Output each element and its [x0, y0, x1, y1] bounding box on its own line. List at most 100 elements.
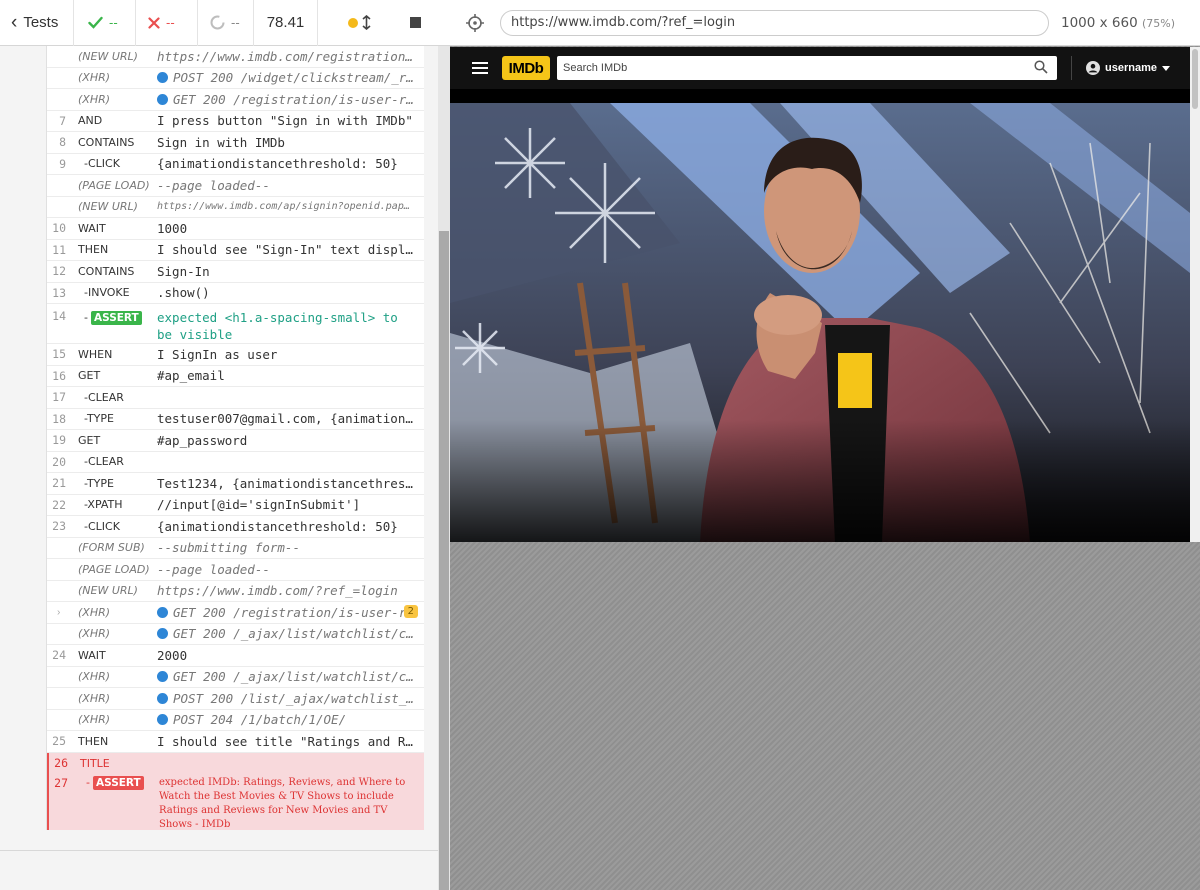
xhr-status-dot-icon: [157, 72, 168, 84]
command-message: --page loaded--: [157, 561, 270, 577]
request-count-badge: 2: [403, 605, 418, 618]
xhr-status-dot-icon: [157, 93, 168, 105]
imdb-logo[interactable]: IMDb: [502, 56, 550, 80]
command-row[interactable]: 26 TITLE: [49, 753, 424, 775]
command-message: I SignIn as user: [157, 346, 278, 362]
menu-icon[interactable]: [472, 62, 488, 74]
command-message-text: POST 200 /list/_ajax/watchlist_has: [173, 690, 424, 706]
command-row[interactable]: 23 -CLICK {animationdistancethreshold: 50}: [47, 516, 424, 538]
selector-playground-button[interactable]: [450, 13, 500, 32]
command-number: 9: [59, 156, 66, 171]
aut-iframe[interactable]: IMDb Search IMDb username: [450, 47, 1200, 542]
xhr-status-dot-icon: [157, 628, 168, 640]
command-row[interactable]: 10 WAIT 1000: [47, 218, 424, 240]
command-row[interactable]: 7 AND I press button "Sign in with IMDb": [47, 111, 424, 132]
command-row[interactable]: 19 GET #ap_password: [47, 430, 424, 452]
command-list: (NEW URL) https://www.imdb.com/registrati…: [46, 46, 424, 830]
command-number: 14: [52, 309, 66, 323]
stop-icon[interactable]: [409, 17, 421, 28]
command-row[interactable]: (XHR) GET 200 /_ajax/list/watchlist/cou…: [47, 667, 424, 688]
command-row[interactable]: 17 -CLEAR: [47, 387, 424, 409]
command-message: POST 200 /widget/clickstream/_rvi: [157, 70, 424, 85]
status-dot-icon: [347, 17, 358, 28]
passed-count: --: [74, 0, 136, 46]
command-message-text: GET 200 /registration/is-user-rec…: [173, 91, 424, 107]
command-message: #ap_password: [157, 432, 248, 448]
command-number: 22: [52, 497, 66, 512]
stats-bar: ‹ Tests -- -- -- 78.41: [0, 0, 450, 46]
command-row[interactable]: 8 CONTAINS Sign in with IMDb: [47, 132, 424, 154]
imdb-search-input[interactable]: Search IMDb: [557, 56, 1057, 80]
scrollbar-thumb[interactable]: [439, 231, 449, 890]
site-scrollbar[interactable]: [1190, 47, 1200, 542]
command-row[interactable]: 25 THEN I should see title "Ratings and Re…: [47, 731, 424, 753]
command-number: 15: [52, 347, 66, 362]
command-log-panel: ‹ Tests -- -- -- 78.41 (NEW URL) https://…: [0, 0, 450, 890]
command-name: (XHR): [78, 92, 111, 106]
expand-arrow-icon[interactable]: ›: [57, 607, 60, 618]
command-row[interactable]: (XHR) GET 200 /_ajax/list/watchlist/cou…: [47, 624, 424, 645]
command-number: 17: [52, 390, 66, 405]
circle-notch-icon: [210, 15, 225, 30]
viewport-size: 1000 x 660: [1061, 14, 1138, 31]
command-row[interactable]: 12 CONTAINS Sign-In: [47, 261, 424, 283]
command-message: GET 200 /_ajax/list/watchlist/cou…: [157, 626, 424, 641]
url-field[interactable]: https://www.imdb.com/?ref_=login: [500, 9, 1049, 36]
scrollbar-thumb[interactable]: [1192, 49, 1198, 109]
command-row[interactable]: (PAGE LOAD) --page loaded--: [47, 175, 424, 197]
run-controls: [318, 0, 450, 46]
command-row[interactable]: (XHR) POST 200 /widget/clickstream/_rvi: [47, 68, 424, 89]
caret-down-icon: [1161, 65, 1170, 71]
search-icon[interactable]: [1034, 60, 1048, 74]
command-row[interactable]: 20 -CLEAR: [47, 452, 424, 473]
command-row[interactable]: 22 -XPATH//input[@id='signInSubmit']: [47, 495, 424, 516]
command-row[interactable]: (FORM SUB) --submitting form--: [47, 538, 424, 559]
command-row[interactable]: 13 -INVOKE .show(): [47, 283, 424, 304]
command-row[interactable]: 16 GET #ap_email: [47, 366, 424, 387]
command-row[interactable]: (NEW URL) https://www.imdb.com/ap/signin?…: [47, 197, 424, 218]
command-name: (PAGE LOAD): [78, 562, 150, 576]
xhr-status-dot-icon: [157, 606, 168, 618]
running-indicator: [347, 15, 371, 30]
resize-icon[interactable]: [361, 15, 371, 30]
command-row[interactable]: (XHR) POST 200 /list/_ajax/watchlist_has: [47, 688, 424, 710]
command-row[interactable]: (NEW URL) https://www.imdb.com/?ref_=logi…: [47, 581, 424, 602]
command-row[interactable]: 21 -TYPE Test1234, {animationdistancethres…: [47, 473, 424, 495]
command-row[interactable]: 11 THEN I should see "Sign-In" text displa…: [47, 240, 424, 261]
command-row[interactable]: (NEW URL) https://www.imdb.com/registrati…: [47, 46, 424, 68]
command-number: 16: [52, 368, 66, 383]
command-row[interactable]: (XHR) POST 204 /1/batch/1/OE/: [47, 710, 424, 731]
imdb-navbar: IMDb Search IMDb username: [450, 47, 1190, 89]
command-row[interactable]: 9 -CLICK {animationdistancethreshold: 50}: [47, 154, 424, 175]
command-message: https://www.imdb.com/registration/s…: [157, 48, 424, 64]
username-label: username: [1105, 62, 1157, 74]
command-number: 7: [59, 113, 66, 128]
command-message-text: POST 200 /widget/clickstream/_rvi: [173, 70, 422, 86]
command-row[interactable]: 14- ASSERT expected <h1.a-spacing-small> t…: [47, 304, 424, 344]
xhr-status-dot-icon: [157, 692, 168, 704]
tests-button[interactable]: ‹ Tests: [0, 0, 74, 46]
failed-command-group[interactable]: 26 TITLE 27 - ASSERT expected IMDb: Ratin…: [47, 752, 424, 830]
command-number: 18: [52, 411, 66, 426]
command-row[interactable]: 24 WAIT 2000: [47, 645, 424, 667]
hero-video-image[interactable]: [450, 103, 1190, 542]
viewport-info[interactable]: 1000 x 660 (75%): [1061, 15, 1175, 31]
command-row[interactable]: 27 - ASSERT expected IMDb: Ratings, Revie…: [49, 774, 424, 830]
command-row[interactable]: › (XHR) GET 200 /registration/is-user-r… 2: [47, 602, 424, 624]
command-message: I press button "Sign in with IMDb": [157, 113, 413, 129]
command-row[interactable]: 18 -TYPE testuser007@gmail.com, {animation…: [47, 409, 424, 430]
command-row[interactable]: (XHR) GET 200 /registration/is-user-rec…: [47, 89, 424, 111]
runner-scrollbar[interactable]: [438, 46, 450, 890]
command-message: Sign-In: [157, 263, 210, 279]
command-message: //input[@id='signInSubmit']: [157, 497, 361, 513]
aut-header: https://www.imdb.com/?ref_=login 1000 x …: [450, 0, 1200, 46]
command-name: (NEW URL): [78, 200, 138, 214]
command-row[interactable]: (PAGE LOAD) --page loaded--: [47, 559, 424, 581]
user-menu[interactable]: username: [1086, 61, 1170, 75]
chevron-left-icon: ‹: [11, 12, 18, 33]
command-row[interactable]: 15 WHEN I SignIn as user: [47, 344, 424, 366]
command-message: {animationdistancethreshold: 50}: [157, 156, 398, 172]
hero-scene: [450, 103, 1190, 542]
command-name: (NEW URL): [78, 49, 138, 63]
command-message: GET 200 /_ajax/list/watchlist/cou…: [157, 669, 424, 684]
